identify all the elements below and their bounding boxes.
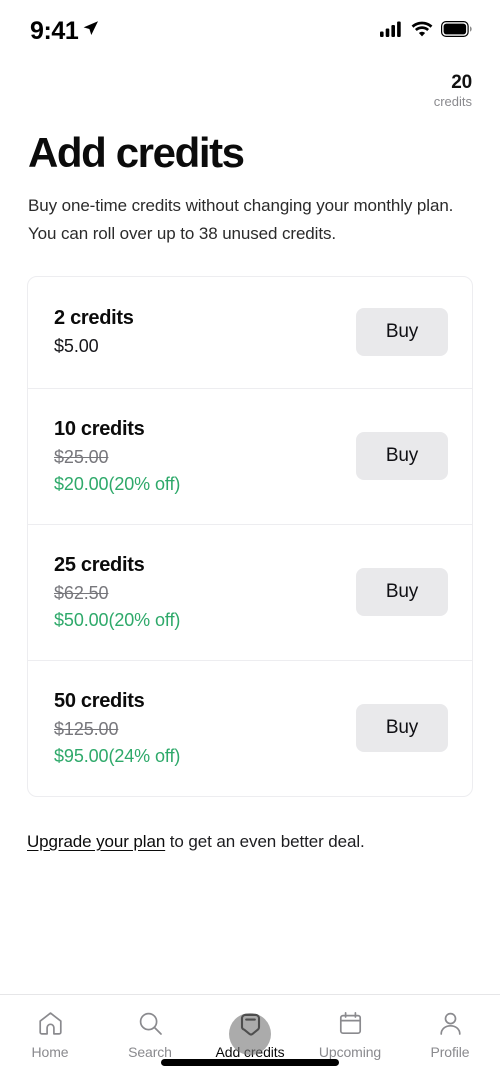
- battery-full-icon: [441, 20, 472, 42]
- credit-package-discount-price: $95.00(24% off): [54, 745, 181, 766]
- credit-package-original-price: $25.00: [54, 446, 109, 467]
- bottom-tab-bar: Home Search Add credits Upcoming Profile: [0, 994, 500, 1080]
- upgrade-plan-link[interactable]: Upgrade your plan: [27, 832, 165, 851]
- buy-button[interactable]: Buy: [355, 308, 448, 357]
- status-bar-time: 9:41: [30, 16, 79, 45]
- credit-package-amount: 10 credits: [54, 417, 145, 440]
- credit-package-amount: 50 credits: [54, 689, 145, 712]
- credit-package-price: $5.00: [54, 336, 99, 357]
- tab-label: Add credits: [215, 1044, 285, 1060]
- credits-balance-count: 20: [451, 72, 472, 93]
- credit-package-row: 2 credits $5.00 Buy: [28, 277, 472, 389]
- credit-package-row: 10 credits $25.00 $20.00(20% off) Buy: [28, 389, 472, 525]
- page-title: Add credits: [28, 128, 245, 176]
- tab-label: Profile: [430, 1044, 470, 1060]
- add-credits-icon: [237, 1009, 264, 1037]
- home-indicator: [161, 1059, 339, 1066]
- buy-button[interactable]: Buy: [355, 704, 448, 753]
- home-icon: [37, 1009, 64, 1037]
- credit-package-amount: 2 credits: [54, 307, 134, 330]
- upgrade-note: Upgrade your plan to get an even better …: [27, 829, 473, 855]
- status-bar-right: [380, 20, 472, 42]
- credit-package-info: 50 credits $125.00 $95.00(24% off): [54, 687, 180, 770]
- location-arrow-icon: [82, 20, 99, 42]
- status-bar-left: 9:41: [30, 17, 99, 46]
- tab-item-add-credits[interactable]: Add credits: [200, 1009, 300, 1060]
- page-header: Add credits Buy one-time credits without…: [0, 111, 500, 248]
- page-subtitle: Buy one-time credits without changing yo…: [28, 195, 454, 243]
- buy-button[interactable]: Buy: [355, 432, 448, 481]
- tab-label: Search: [128, 1044, 172, 1060]
- credit-package-info: 2 credits $5.00: [54, 304, 134, 360]
- credit-package-discount-price: $20.00(20% off): [54, 473, 181, 494]
- credit-package-info: 10 credits $25.00 $20.00(20% off): [54, 415, 180, 498]
- app-screen: 9:41 20 credits Add credits Buy one-time…: [0, 0, 500, 1080]
- credit-package-amount: 25 credits: [54, 553, 145, 576]
- tab-item-upcoming[interactable]: Upcoming: [300, 1009, 400, 1060]
- tab-item-profile[interactable]: Profile: [400, 1009, 500, 1060]
- credit-package-discount-price: $50.00(20% off): [54, 609, 181, 630]
- credits-balance-label: credits: [433, 93, 472, 109]
- tab-label: Upcoming: [318, 1044, 382, 1060]
- upgrade-note-text: to get an even better deal.: [165, 831, 365, 851]
- credit-package-info: 25 credits $62.50 $50.00(20% off): [54, 551, 180, 634]
- credit-packages-list: 2 credits $5.00 Buy 10 credits $25.00 $20.00(…: [27, 275, 473, 797]
- person-icon: [437, 1009, 464, 1037]
- tab-item-search[interactable]: Search: [100, 1009, 200, 1060]
- credit-package-original-price: $125.00: [54, 718, 119, 739]
- tab-item-home[interactable]: Home: [0, 1009, 100, 1060]
- credit-package-original-price: $62.50: [54, 582, 109, 603]
- buy-button[interactable]: Buy: [355, 568, 448, 617]
- status-bar: 9:41: [0, 0, 500, 62]
- credit-package-row: 25 credits $62.50 $50.00(20% off) Buy: [28, 525, 472, 661]
- credit-package-row: 50 credits $125.00 $95.00(24% off) Buy: [28, 661, 472, 796]
- calendar-icon: [337, 1009, 364, 1037]
- search-icon: [137, 1009, 164, 1037]
- credits-balance-badge: 20 credits: [0, 62, 500, 111]
- cellular-signal-icon: [380, 21, 403, 42]
- tab-label: Home: [31, 1044, 69, 1060]
- wifi-icon: [411, 21, 433, 42]
